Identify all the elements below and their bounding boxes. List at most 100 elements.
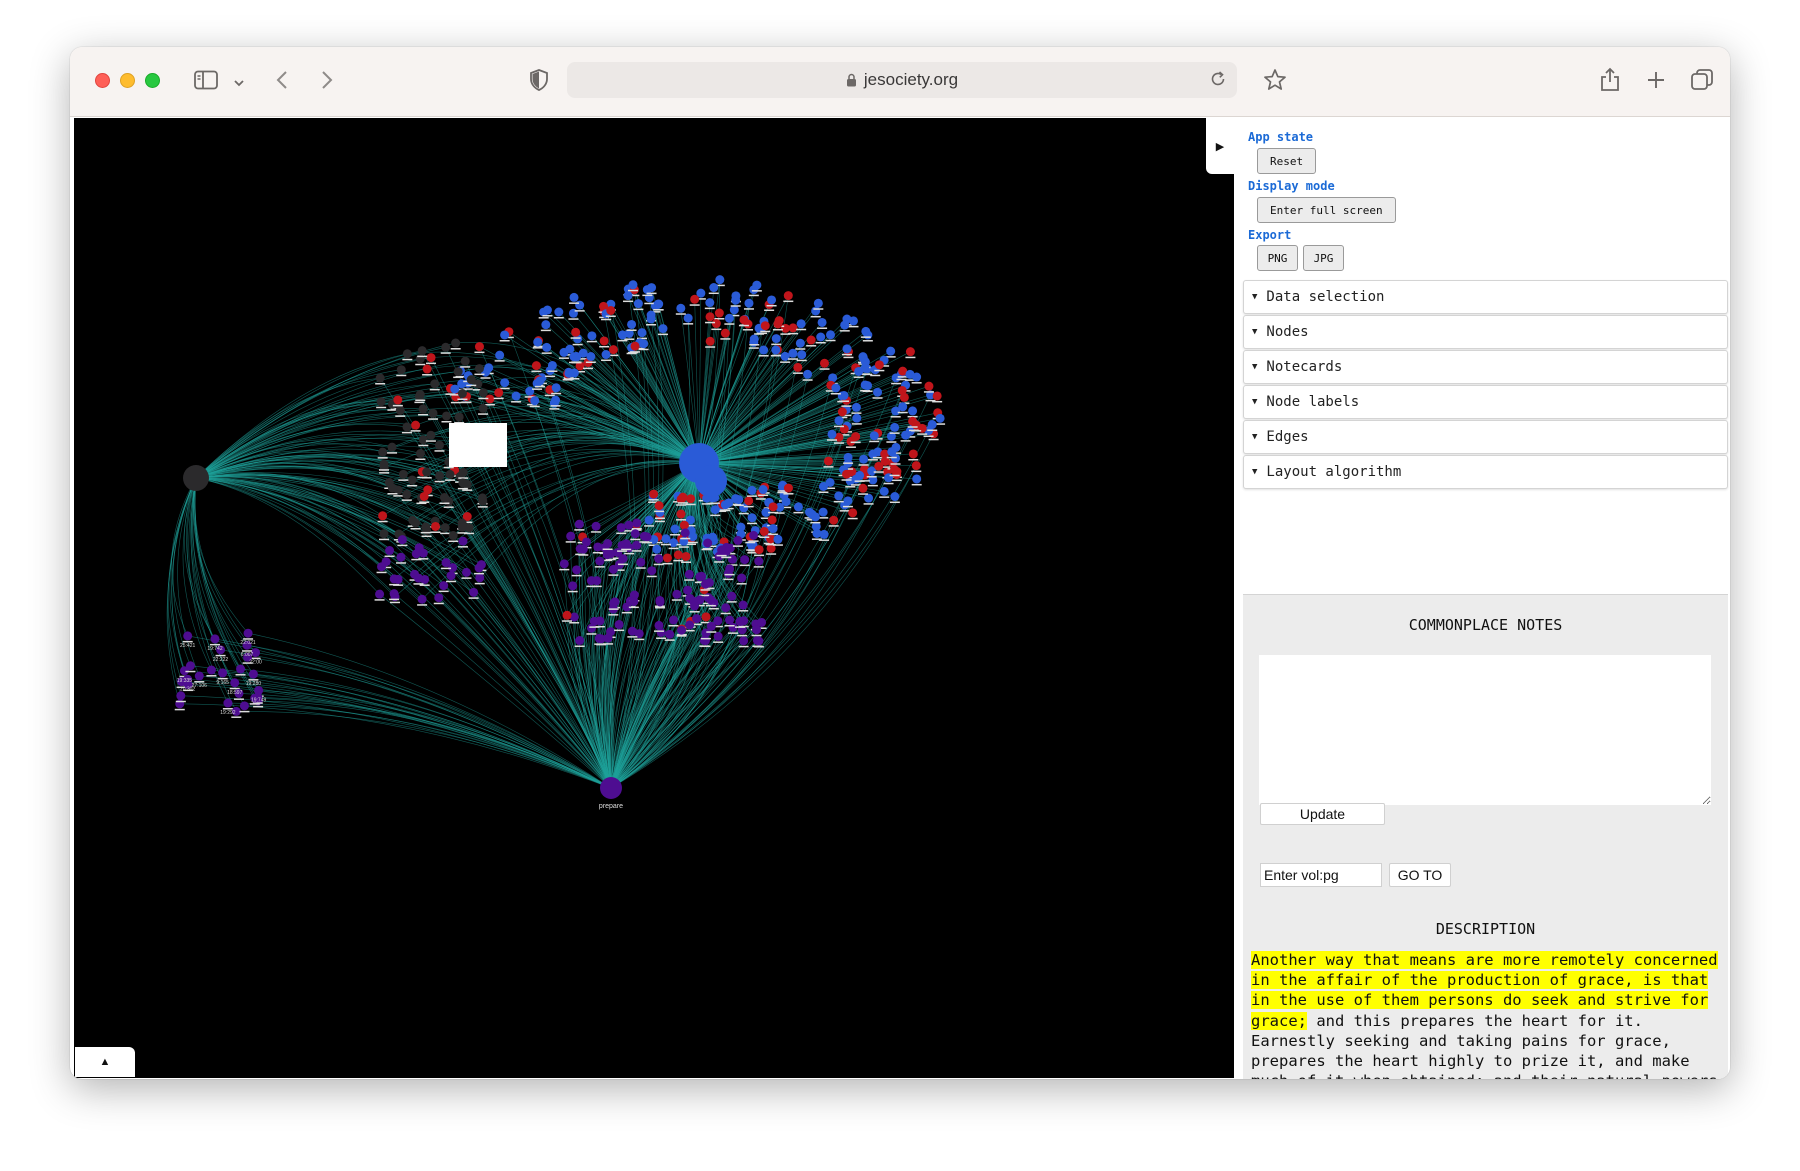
graph-node[interactable] <box>595 556 605 566</box>
network-graph-canvas[interactable]: prepare 19:280 19:335 22:00 19:742 19:292 25:4… <box>74 118 1234 1078</box>
graph-node[interactable] <box>749 334 759 344</box>
graph-node[interactable] <box>879 486 889 496</box>
graph-node[interactable] <box>690 294 700 304</box>
graph-node[interactable] <box>559 559 569 569</box>
graph-node[interactable] <box>652 544 662 554</box>
graph-node[interactable] <box>759 345 769 355</box>
graph-node[interactable] <box>709 283 719 293</box>
graph-node[interactable] <box>711 319 721 329</box>
graph-node[interactable] <box>616 523 626 533</box>
graph-node[interactable] <box>738 600 748 610</box>
graph-node[interactable] <box>908 406 918 416</box>
address-bar[interactable]: jesociety.org <box>567 62 1237 98</box>
graph-node[interactable] <box>678 492 688 502</box>
graph-node[interactable] <box>672 589 682 599</box>
graph-node[interactable] <box>837 407 847 417</box>
hub-node-prepare[interactable] <box>600 777 622 799</box>
graph-node[interactable] <box>618 554 628 564</box>
graph-node[interactable] <box>430 379 440 389</box>
graph-node[interactable] <box>183 631 193 641</box>
graph-node[interactable] <box>630 529 640 539</box>
graph-node[interactable] <box>375 589 385 599</box>
graph-node[interactable] <box>898 402 908 412</box>
graph-node[interactable] <box>594 633 604 643</box>
graph-node[interactable] <box>700 636 710 646</box>
graph-node[interactable] <box>569 352 579 362</box>
graph-node[interactable] <box>673 550 683 560</box>
graph-node[interactable] <box>185 661 195 671</box>
graph-node[interactable] <box>701 612 711 622</box>
graph-node[interactable] <box>725 564 735 574</box>
graph-node[interactable] <box>823 456 833 466</box>
graph-node[interactable] <box>411 549 421 559</box>
graph-node[interactable] <box>788 323 798 333</box>
graph-node[interactable] <box>417 594 427 604</box>
graph-node[interactable] <box>466 375 476 385</box>
graph-node[interactable] <box>843 496 853 506</box>
graph-node[interactable] <box>727 591 737 601</box>
graph-node[interactable] <box>418 435 428 445</box>
graph-node[interactable] <box>627 626 637 636</box>
export-png-button[interactable]: PNG <box>1257 245 1298 271</box>
graph-node[interactable] <box>703 538 713 548</box>
graph-node[interactable] <box>705 336 715 346</box>
graph-node[interactable] <box>402 422 412 432</box>
graph-node[interactable] <box>864 493 874 503</box>
graph-node[interactable] <box>393 395 403 405</box>
graph-node[interactable] <box>617 330 627 340</box>
back-icon[interactable] <box>275 69 289 96</box>
graph-node[interactable] <box>737 573 747 583</box>
export-jpg-button[interactable]: JPG <box>1303 245 1344 271</box>
graph-node[interactable] <box>458 478 468 488</box>
graph-node[interactable] <box>771 345 781 355</box>
graph-node[interactable] <box>387 483 397 493</box>
graph-node[interactable] <box>695 572 705 582</box>
graph-node[interactable] <box>478 388 488 398</box>
graph-node[interactable] <box>608 345 618 355</box>
folder-edges[interactable]: ▼ Edges <box>1243 420 1728 454</box>
graph-node[interactable] <box>818 507 828 517</box>
graph-node[interactable] <box>714 308 724 318</box>
notes-textarea[interactable] <box>1259 655 1711 805</box>
network-graph[interactable]: prepare 19:280 19:335 22:00 19:742 19:292 25:4… <box>74 118 1234 1078</box>
graph-node[interactable] <box>655 597 665 607</box>
graph-node[interactable] <box>559 347 569 357</box>
graph-node[interactable] <box>713 631 723 641</box>
graph-node[interactable] <box>701 579 711 589</box>
graph-node[interactable] <box>829 515 839 525</box>
graph-node[interactable] <box>603 633 613 643</box>
graph-node[interactable] <box>378 511 388 521</box>
graph-node[interactable] <box>542 342 552 352</box>
graph-node[interactable] <box>935 413 945 423</box>
graph-node[interactable] <box>760 321 770 331</box>
graph-node[interactable] <box>734 495 744 505</box>
graph-node[interactable] <box>500 378 510 388</box>
graph-node[interactable] <box>440 523 450 533</box>
graph-node[interactable] <box>535 376 545 386</box>
graph-node[interactable] <box>747 485 757 495</box>
graph-node[interactable] <box>680 528 690 538</box>
minimize-window-button[interactable] <box>120 73 135 88</box>
graph-node[interactable] <box>813 298 823 308</box>
graph-node[interactable] <box>395 405 405 415</box>
graph-node[interactable] <box>418 404 428 414</box>
graph-node[interactable] <box>843 452 853 462</box>
graph-node[interactable] <box>592 576 602 586</box>
graph-node[interactable] <box>768 502 778 512</box>
graph-node[interactable] <box>854 366 864 376</box>
graph-node[interactable] <box>767 515 777 525</box>
graph-node[interactable] <box>533 337 543 347</box>
graph-node[interactable] <box>446 571 456 581</box>
graph-node[interactable] <box>908 449 918 459</box>
graph-node[interactable] <box>531 361 541 371</box>
graph-node[interactable] <box>439 493 449 503</box>
graph-node[interactable] <box>912 372 922 382</box>
graph-node[interactable] <box>884 473 894 483</box>
graph-node[interactable] <box>402 489 412 499</box>
expand-panel-button[interactable]: ▶ <box>1206 118 1234 174</box>
graph-node[interactable] <box>826 330 836 340</box>
graph-node[interactable] <box>676 303 686 313</box>
graph-node[interactable] <box>681 551 691 561</box>
graph-node[interactable] <box>379 459 389 469</box>
graph-node[interactable] <box>855 470 865 480</box>
